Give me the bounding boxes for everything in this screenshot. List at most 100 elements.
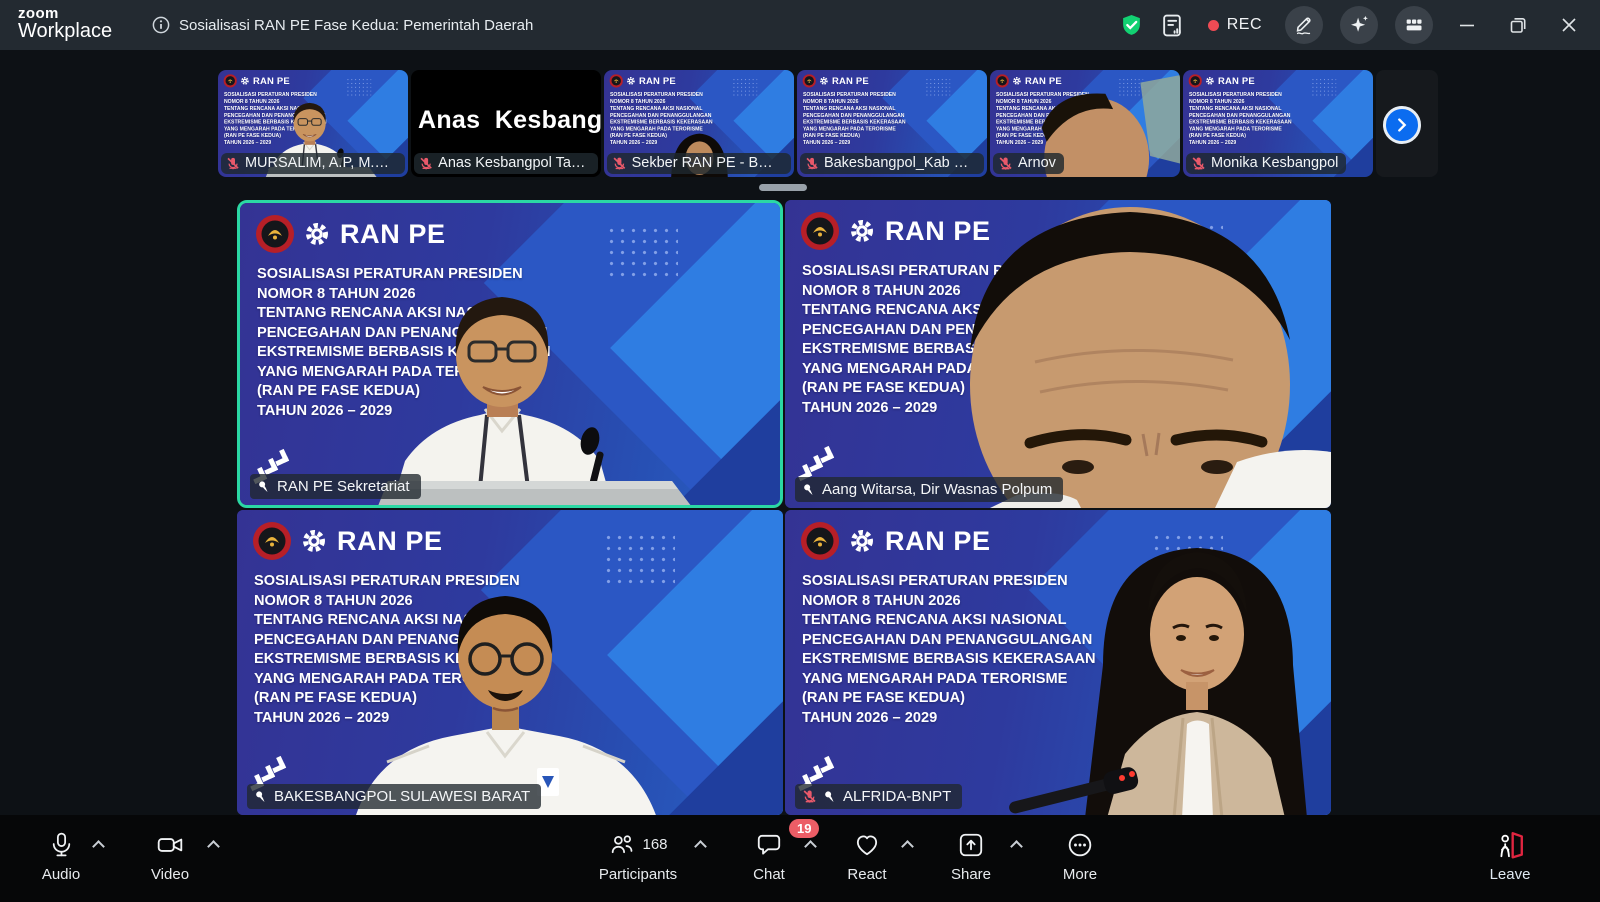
- video-tile-ranpe-sekretariat[interactable]: RAN PE SOSIALISASI PERATURAN PRESIDEN NO…: [237, 200, 783, 508]
- titlebar: zoom Workplace Sosialisasi RAN PE Fase K…: [0, 0, 1600, 50]
- video-camera-icon: [156, 831, 184, 859]
- next-page-button[interactable]: [1383, 106, 1421, 144]
- participants-count: 168: [642, 836, 667, 853]
- filmstrip-drag-handle[interactable]: [759, 184, 807, 191]
- pin-icon: [257, 480, 271, 494]
- audio-options-caret[interactable]: [92, 840, 105, 853]
- participant-nametag: BAKESBANGPOL SULAWESI BARAT: [247, 784, 541, 809]
- participant-name: RAN PE Sekretariat: [277, 478, 410, 495]
- thumbnail-anas[interactable]: Anas Kesbangp... Anas Kesbangpol Tana...: [411, 70, 601, 177]
- apps-icon[interactable]: [1395, 6, 1433, 44]
- brand-workplace: Workplace: [18, 21, 112, 42]
- thumbnail-bakesbangpol-kab[interactable]: RAN PE SOSIALISASI PERATURAN PRESIDEN NO…: [797, 70, 987, 177]
- share-options-caret[interactable]: [1010, 840, 1023, 853]
- zoom-meeting-window: zoom Workplace Sosialisasi RAN PE Fase K…: [0, 0, 1600, 902]
- gear-logo-icon: [819, 76, 828, 85]
- participant-name: Sekber RAN PE - BNPT: [632, 155, 783, 171]
- bnpt-emblem: [1189, 74, 1202, 87]
- participant-name: MURSALIM, A.P, M.Si -...: [245, 155, 397, 171]
- share-label: Share: [951, 866, 991, 883]
- share-screen-icon: [957, 831, 985, 859]
- react-options-caret[interactable]: [901, 840, 914, 853]
- participant-filmstrip: RAN PE SOSIALISASI PERATURAN PRESIDEN NO…: [218, 70, 1373, 177]
- ai-companion-icon[interactable]: [1340, 6, 1378, 44]
- participant-nametag: Bakesbangpol_Kab Kot...: [800, 153, 984, 174]
- ranpe-backdrop: RAN PE SOSIALISASI PERATURAN PRESIDEN NO…: [785, 510, 1331, 815]
- meeting-title: Sosialisasi RAN PE Fase Kedua: Pemerinta…: [179, 17, 533, 34]
- react-button[interactable]: React: [836, 828, 898, 883]
- chat-options-caret[interactable]: [804, 840, 817, 853]
- chat-button[interactable]: 19 Chat: [738, 828, 800, 883]
- participant-nametag: Aang Witarsa, Dir Wasnas Polpum: [795, 477, 1063, 502]
- leave-label: Leave: [1490, 866, 1531, 883]
- participant-name: Bakesbangpol_Kab Kot...: [824, 155, 976, 171]
- zoom-workplace-logo: zoom Workplace: [18, 6, 112, 42]
- video-tile-aang-witarsa[interactable]: RAN PE SOSIALISASI PERATURAN PRESIDEN NO…: [785, 200, 1331, 508]
- info-icon[interactable]: [152, 16, 170, 34]
- participant-nametag: Arnov: [993, 153, 1064, 174]
- mic-muted-icon: [802, 789, 817, 804]
- mic-icon: [48, 831, 75, 858]
- ranpe-logo-text: RAN PE: [832, 75, 869, 86]
- thumbnail-mursalim[interactable]: RAN PE SOSIALISASI PERATURAN PRESIDEN NO…: [218, 70, 408, 177]
- more-button[interactable]: More: [1050, 828, 1110, 883]
- participants-options-caret[interactable]: [694, 840, 707, 853]
- chat-label: Chat: [753, 866, 785, 883]
- mic-muted-icon: [805, 156, 819, 171]
- participant-name: Aang Witarsa, Dir Wasnas Polpum: [822, 481, 1052, 498]
- close-button[interactable]: [1552, 0, 1586, 50]
- more-label: More: [1063, 866, 1097, 883]
- leave-button[interactable]: Leave: [1478, 828, 1542, 883]
- pin-icon: [802, 483, 816, 497]
- ranpe-backdrop: RAN PE SOSIALISASI PERATURAN PRESIDEN NO…: [240, 203, 783, 508]
- audio-button[interactable]: Audio: [30, 828, 92, 883]
- thumbnail-arnov[interactable]: RAN PE SOSIALISASI PERATURAN PRESIDEN NO…: [990, 70, 1180, 177]
- mic-muted-icon: [419, 156, 433, 171]
- video-tile-alfrida[interactable]: RAN PE SOSIALISASI PERATURAN PRESIDEN NO…: [785, 510, 1331, 815]
- thumbnail-monika[interactable]: RAN PE SOSIALISASI PERATURAN PRESIDEN NO…: [1183, 70, 1373, 177]
- ranpe-logo-text: RAN PE: [1218, 75, 1255, 86]
- slide-body-text: SOSIALISASI PERATURAN PRESIDEN NOMOR 8 T…: [1189, 92, 1343, 147]
- participant-nametag: RAN PE Sekretariat: [250, 474, 421, 499]
- video-options-caret[interactable]: [207, 840, 220, 853]
- record-dot-icon: [1208, 20, 1219, 31]
- audio-label: Audio: [42, 866, 80, 883]
- participant-video: [785, 200, 1331, 508]
- video-tile-bakesbangpol-sulbar[interactable]: RAN PE SOSIALISASI PERATURAN PRESIDEN NO…: [237, 510, 783, 815]
- participant-name: Monika Kesbangpol: [1211, 155, 1338, 171]
- participant-nametag: Sekber RAN PE - BNPT: [607, 153, 791, 174]
- chat-unread-badge: 19: [789, 819, 819, 838]
- restore-button[interactable]: [1501, 0, 1535, 50]
- ranpe-backdrop: RAN PE SOSIALISASI PERATURAN PRESIDEN NO…: [785, 200, 1331, 508]
- participant-nametag: ALFRIDA-BNPT: [795, 784, 962, 809]
- video-label: Video: [151, 866, 189, 883]
- pin-icon: [254, 790, 268, 804]
- participant-nametag: Anas Kesbangpol Tana...: [414, 153, 598, 174]
- react-label: React: [847, 866, 886, 883]
- slide-body-text: SOSIALISASI PERATURAN PRESIDEN NOMOR 8 T…: [803, 92, 957, 147]
- minimize-button[interactable]: [1450, 0, 1484, 50]
- security-shield-icon[interactable]: [1120, 14, 1143, 37]
- mic-muted-icon: [226, 156, 240, 171]
- annotate-button[interactable]: [1285, 6, 1323, 44]
- mic-muted-icon: [998, 156, 1013, 171]
- participant-nametag: MURSALIM, A.P, M.Si -...: [221, 153, 405, 174]
- participants-button[interactable]: 168 Participants: [592, 828, 684, 883]
- thumbnail-sekber[interactable]: RAN PE SOSIALISASI PERATURAN PRESIDEN NO…: [604, 70, 794, 177]
- gear-logo-icon: [1205, 76, 1214, 85]
- participants-icon: [608, 831, 635, 858]
- chevron-right-icon: [1393, 116, 1411, 134]
- more-ellipsis-icon: [1066, 831, 1094, 859]
- video-button[interactable]: Video: [138, 828, 202, 883]
- participant-video: [237, 510, 783, 815]
- ranpe-backdrop: RAN PE SOSIALISASI PERATURAN PRESIDEN NO…: [237, 510, 783, 815]
- transcript-icon[interactable]: [1160, 13, 1185, 38]
- share-button[interactable]: Share: [938, 828, 1004, 883]
- participant-video: [785, 510, 1331, 815]
- participants-label: Participants: [599, 866, 677, 883]
- mic-muted-icon: [1191, 156, 1206, 171]
- participant-name: BAKESBANGPOL SULAWESI BARAT: [274, 788, 530, 805]
- participant-name: ALFRIDA-BNPT: [843, 788, 951, 805]
- meeting-toolbar: Audio Video 168 Participants 19 Chat: [0, 815, 1600, 902]
- recording-indicator[interactable]: REC: [1208, 16, 1262, 34]
